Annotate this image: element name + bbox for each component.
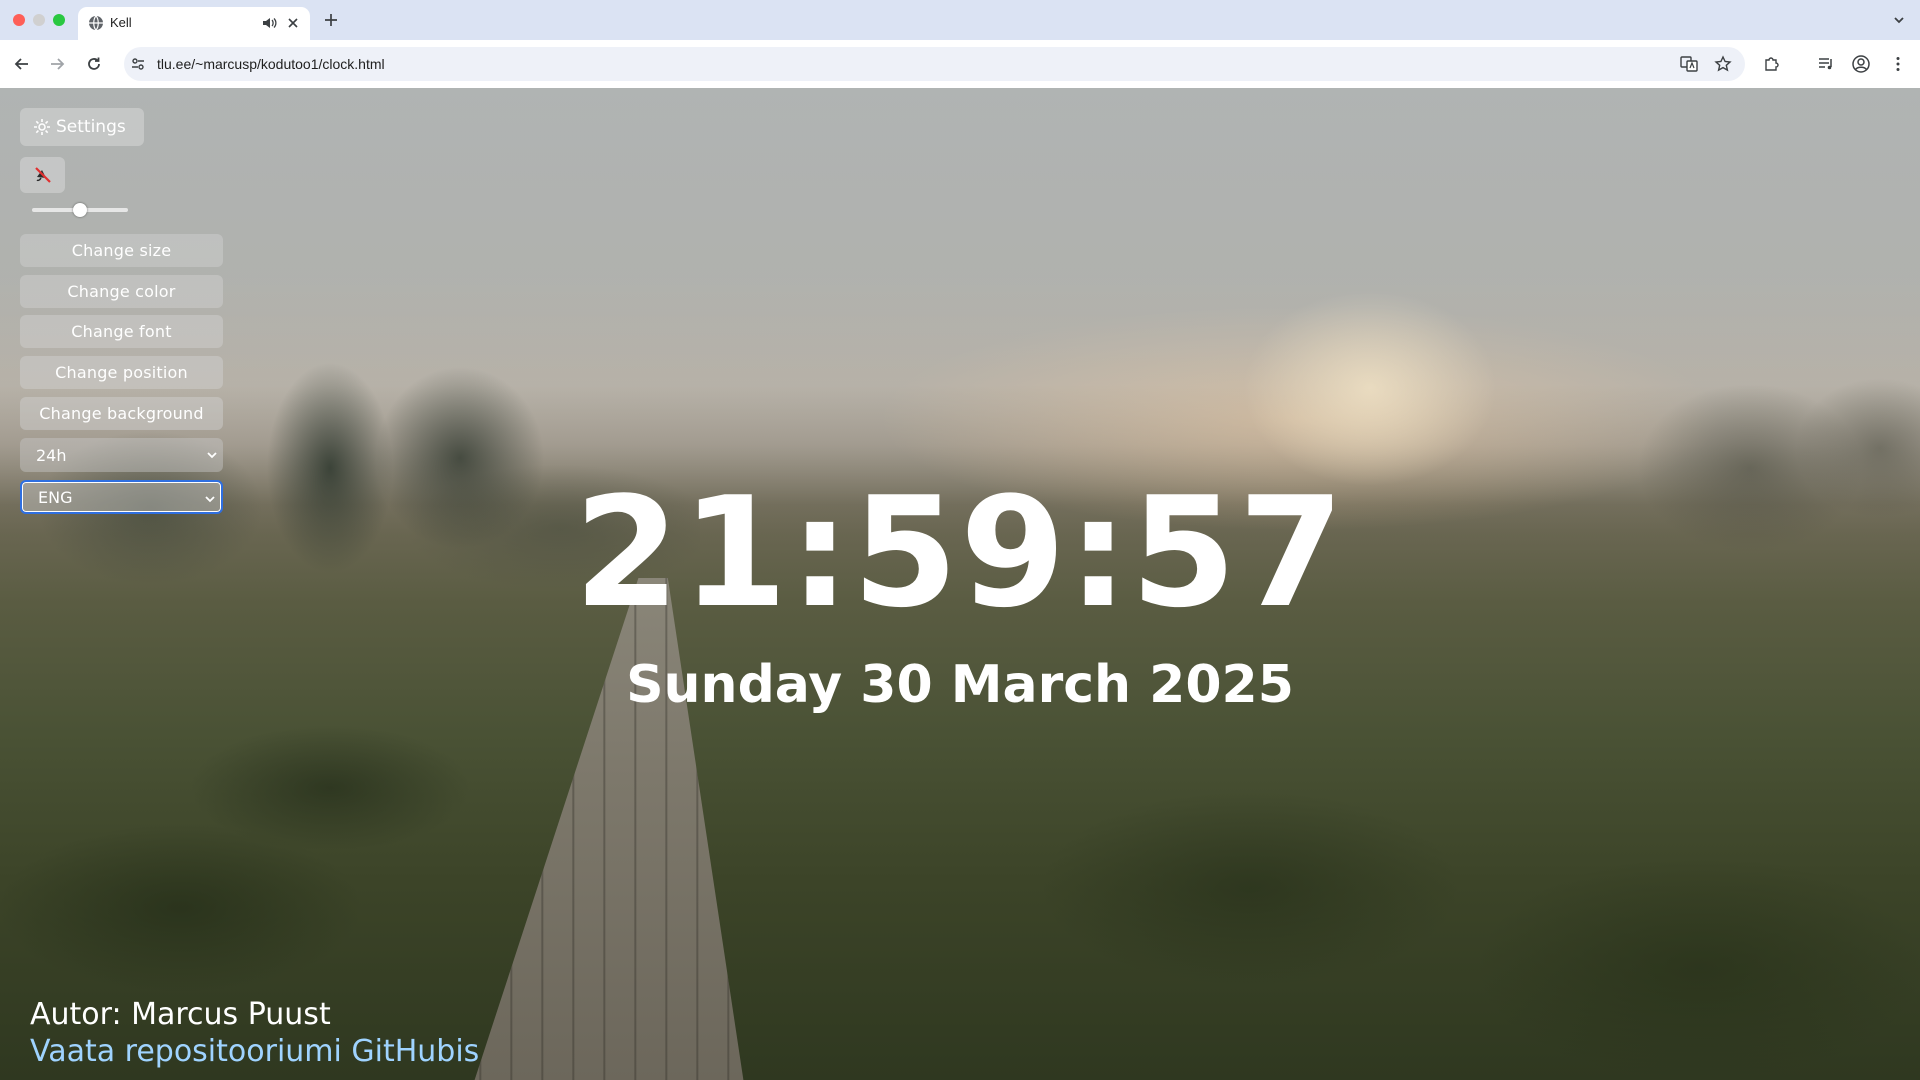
window-maximize-button[interactable]: [53, 14, 65, 26]
forward-arrow-icon[interactable]: [45, 52, 69, 76]
media-controls-icon[interactable]: [1814, 52, 1838, 76]
speaker-icon[interactable]: [261, 15, 277, 31]
extensions-puzzle-icon[interactable]: [1760, 52, 1784, 76]
clock-date: Sunday 30 March 2025: [626, 655, 1294, 715]
browser-tabstrip: Kell: [0, 0, 1920, 40]
change-size-button[interactable]: Change size: [20, 234, 223, 267]
reload-icon[interactable]: [82, 52, 106, 76]
window-minimize-button[interactable]: [33, 14, 45, 26]
tab-close-icon[interactable]: [285, 15, 301, 31]
language-select[interactable]: ENG: [20, 480, 223, 514]
profile-icon[interactable]: [1849, 52, 1873, 76]
clock-time: 21:59:57: [573, 464, 1347, 641]
author-credit: Autor: Marcus Puust: [30, 997, 331, 1032]
window-close-button[interactable]: [13, 14, 25, 26]
gear-icon: [32, 117, 52, 137]
tab-title: Kell: [110, 15, 132, 30]
change-font-button[interactable]: Change font: [20, 315, 223, 348]
language-value: ENG: [38, 487, 73, 507]
background-trees-right: [1450, 328, 1920, 588]
volume-slider-thumb[interactable]: [73, 203, 87, 217]
change-background-button[interactable]: Change background: [20, 397, 223, 430]
bookmark-star-icon[interactable]: [1711, 52, 1735, 76]
url-text[interactable]: tlu.ee/~marcusp/kodutoo1/clock.html: [157, 54, 385, 74]
change-position-button[interactable]: Change position: [20, 356, 223, 389]
back-arrow-icon[interactable]: [10, 52, 34, 76]
menu-kebab-icon[interactable]: [1886, 52, 1910, 76]
time-format-value: 24h: [36, 445, 67, 465]
github-repo-link[interactable]: Vaata repositooriumi GitHubis: [30, 1033, 479, 1071]
globe-icon: [88, 15, 104, 31]
new-tab-icon[interactable]: [322, 11, 340, 29]
tab-search-chevron-icon[interactable]: [1890, 11, 1908, 29]
time-format-select[interactable]: 24h: [20, 438, 223, 472]
speaker-muted-icon: [32, 164, 54, 186]
change-color-button[interactable]: Change color: [20, 275, 223, 308]
translate-icon[interactable]: [1677, 52, 1701, 76]
browser-tab-active[interactable]: Kell: [78, 7, 310, 40]
volume-slider[interactable]: [32, 203, 128, 217]
mute-button[interactable]: [20, 157, 65, 193]
site-info-icon[interactable]: [130, 56, 146, 72]
chevron-down-icon: [203, 491, 217, 505]
settings-button-label: Settings: [56, 117, 126, 137]
chevron-down-icon: [205, 447, 219, 461]
settings-button[interactable]: Settings: [20, 108, 144, 146]
